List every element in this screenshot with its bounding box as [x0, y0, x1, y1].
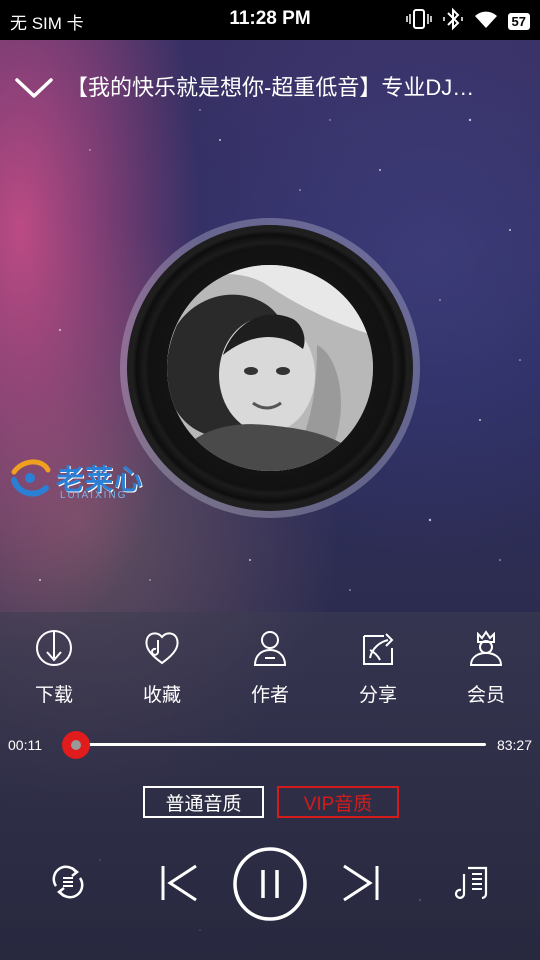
song-title: 【我的快乐就是想你-超重低音】专业DJ…	[66, 75, 475, 100]
progress-handle[interactable]	[62, 731, 90, 759]
play-pause-button[interactable]	[232, 846, 308, 922]
vibrate-icon	[405, 8, 432, 35]
current-time: 00:11	[8, 737, 42, 753]
duration: 83:27	[496, 737, 532, 753]
action-label: 会员	[466, 685, 505, 706]
next-button[interactable]	[340, 862, 382, 904]
watermark-logo: 老莱心 LUIAIXING	[8, 456, 158, 504]
progress-track[interactable]	[70, 743, 486, 746]
action-label: 作者	[250, 685, 289, 706]
action-label: 收藏	[142, 685, 181, 706]
logo-mark-icon	[11, 459, 51, 497]
playlist-button[interactable]	[454, 864, 492, 902]
bluetooth-icon	[442, 7, 464, 36]
action-bar: 下载 收藏 作者 分享 会员	[0, 628, 540, 707]
album-cover	[167, 265, 373, 471]
member-button[interactable]: 会员	[432, 628, 540, 707]
next-icon	[343, 864, 379, 902]
repeat-icon	[52, 865, 84, 899]
normal-quality-button[interactable]: 普通音质	[143, 786, 264, 818]
download-button[interactable]: 下载	[0, 628, 108, 707]
chevron-down-icon	[15, 78, 53, 98]
header: 【我的快乐就是想你-超重低音】专业DJ…	[0, 60, 540, 110]
action-label: 分享	[358, 685, 397, 706]
favorite-button[interactable]: 收藏	[108, 628, 216, 707]
playlist-icon	[454, 866, 488, 900]
previous-icon	[161, 864, 197, 902]
watermark-subtext: LUIAIXING	[60, 490, 128, 501]
status-bar: 无 SIM 卡 11:28 PM 57	[0, 0, 540, 40]
wifi-icon	[474, 9, 498, 34]
battery-indicator: 57	[507, 13, 530, 30]
author-icon	[253, 631, 287, 666]
download-icon	[36, 630, 72, 666]
author-button[interactable]: 作者	[216, 628, 324, 707]
share-icon	[363, 633, 394, 665]
pause-icon	[233, 847, 307, 921]
previous-button[interactable]	[158, 862, 200, 904]
repeat-button[interactable]	[48, 862, 88, 902]
favorite-icon	[145, 632, 179, 665]
member-icon	[469, 630, 503, 666]
share-button[interactable]: 分享	[324, 628, 432, 707]
action-label: 下载	[34, 685, 73, 706]
collapse-button[interactable]	[14, 72, 54, 102]
vip-quality-button[interactable]: VIP音质	[277, 786, 399, 818]
